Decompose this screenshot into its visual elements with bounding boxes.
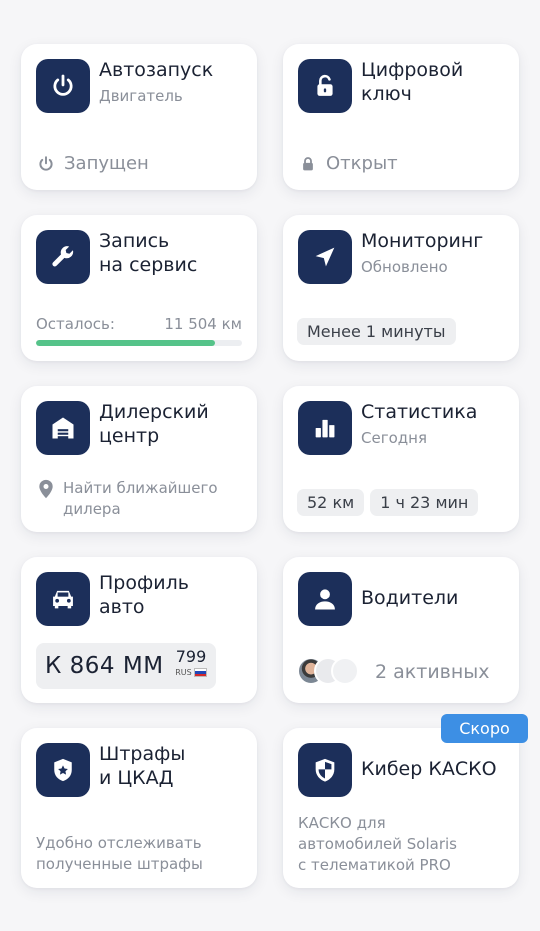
driver-avatars [297,657,359,685]
plate-region: 799 RUS [172,648,210,677]
distance-chip: 52 км [297,489,365,516]
wrench-icon [36,230,90,284]
engine-status: Запущен [37,153,149,174]
location-pin-icon [39,479,53,499]
police-badge-icon [36,743,90,797]
license-plate: К 864 ММ 799 RUS [36,643,216,689]
autostart-card[interactable]: Автозапуск Двигатель Запущен [21,44,257,190]
update-chips: Менее 1 минуты [297,318,456,345]
power-icon [36,59,90,113]
bar-chart-icon [298,401,352,455]
unlock-icon [298,59,352,113]
remaining-label: Осталось: [36,315,115,333]
card-title: Автозапуск [99,59,214,81]
digital-key-card[interactable]: Цифровой ключ Открыт [283,44,519,190]
drivers-card[interactable]: Водители 2 активных [283,557,519,703]
car-profile-card[interactable]: Профиль авто К 864 ММ 799 RUS [21,557,257,703]
duration-chip: 1 ч 23 мин [370,489,479,516]
casco-description: КАСКО для автомобилей Solaris с телемати… [298,814,457,874]
find-dealer-text: Найти ближайшего дилера [63,479,218,518]
card-subtitle: Двигатель [99,87,183,105]
service-booking-card[interactable]: Запись на сервис Осталось: 11 504 км [21,215,257,361]
card-subtitle: Обновлено [361,258,448,276]
card-title: Кибер КАСКО [361,758,497,780]
active-drivers-count: 2 активных [375,661,490,683]
update-time-chip: Менее 1 минуты [297,318,456,345]
shield-icon [298,743,352,797]
avatar [331,657,359,685]
services-grid: Автозапуск Двигатель Запущен Цифровой кл… [0,0,540,931]
service-progress-bar [36,340,242,346]
dealer-center-card[interactable]: Дилерский центр Найти ближайшего дилера [21,386,257,532]
plate-number: К 864 ММ [45,653,164,679]
garage-icon [36,401,90,455]
fines-card[interactable]: Штрафы и ЦКАД Удобно отслеживать получен… [21,728,257,888]
card-title: Мониторинг [361,230,484,252]
stats-chips: 52 км 1 ч 23 мин [297,489,479,516]
plate-country: RUS [175,668,192,677]
russian-flag-icon [193,668,207,677]
card-subtitle: Сегодня [361,429,427,447]
card-title: Цифровой ключ [361,59,464,105]
card-title: Водители [361,587,459,609]
card-title: Запись на сервис [99,230,198,276]
remaining-row: Осталось: 11 504 км [36,315,242,333]
key-status: Открыт [299,153,398,174]
plate-region-code: 799 [175,647,207,666]
statistics-card[interactable]: Статистика Сегодня 52 км 1 ч 23 мин [283,386,519,532]
card-title: Дилерский центр [99,401,209,447]
car-icon [36,572,90,626]
person-icon [298,572,352,626]
status-text: Запущен [64,153,149,174]
card-title: Профиль авто [99,572,189,618]
coming-soon-badge: Скоро [441,714,528,743]
progress-fill [36,340,216,346]
status-text: Открыт [326,153,398,174]
fines-description: Удобно отслеживать полученные штрафы [36,834,203,873]
card-title: Статистика [361,401,478,423]
monitoring-card[interactable]: Мониторинг Обновлено Менее 1 минуты [283,215,519,361]
power-small-icon [39,155,53,171]
card-title: Штрафы и ЦКАД [99,743,186,789]
cyber-casco-card[interactable]: Кибер КАСКО КАСКО для автомобилей Solari… [283,728,519,888]
find-dealer: Найти ближайшего дилера [37,478,247,520]
navigation-icon [298,230,352,284]
lock-small-icon [303,156,313,170]
remaining-value: 11 504 км [164,315,242,333]
